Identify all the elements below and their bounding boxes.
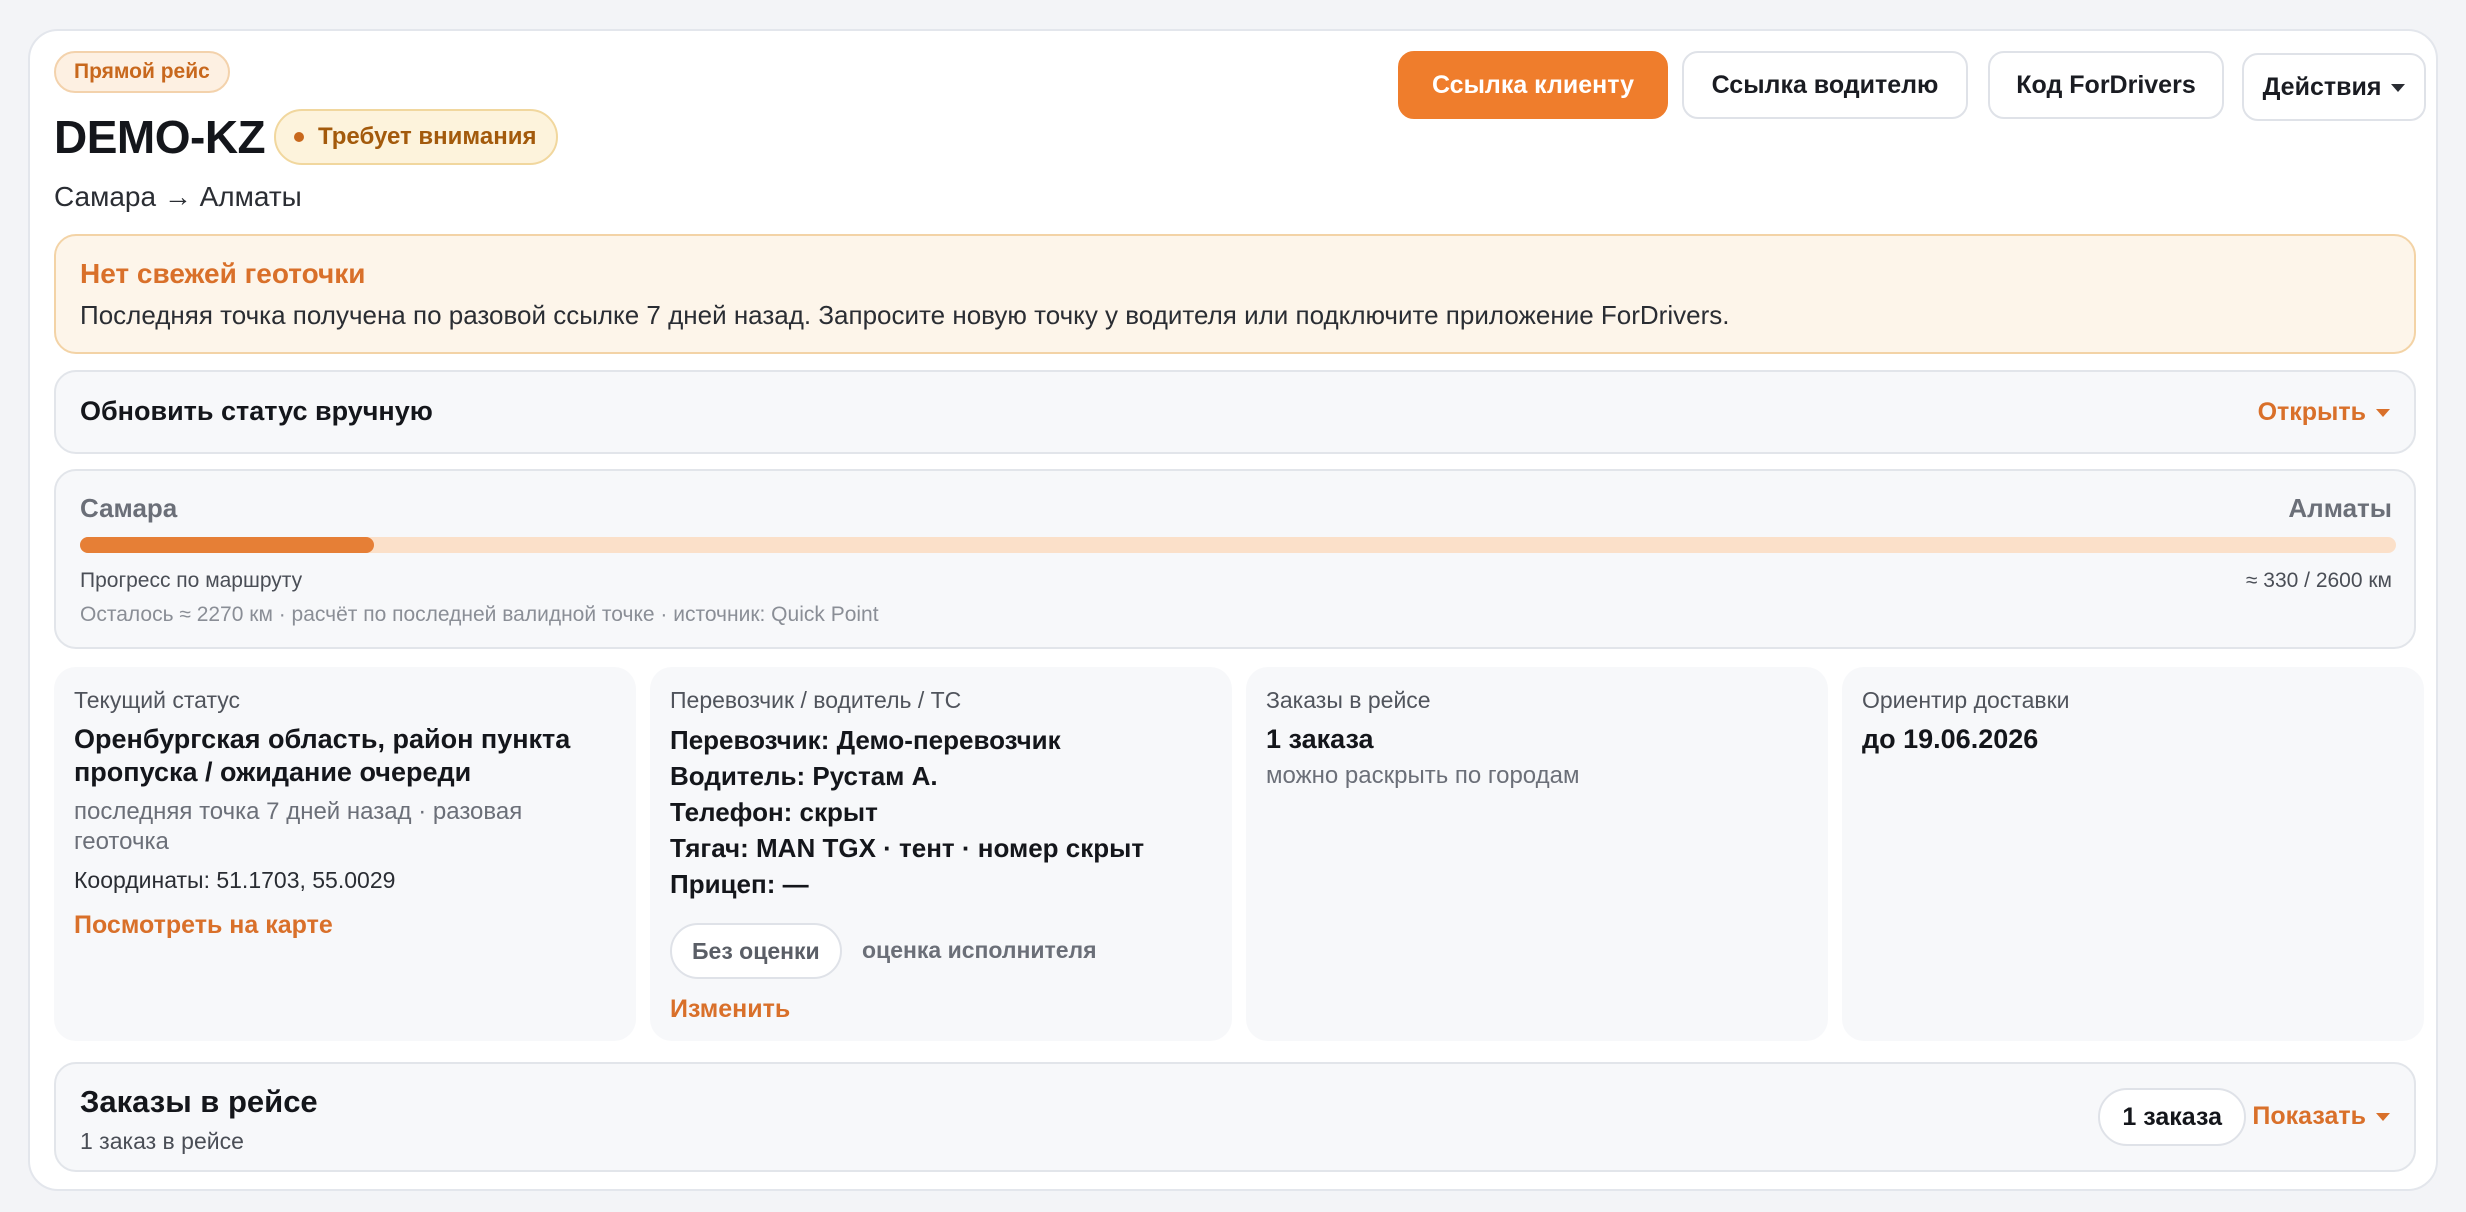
manual-status-open-toggle[interactable]: Открыть (2258, 398, 2390, 427)
carrier-name: Перевозчик: Демо-перевозчик (670, 725, 1061, 755)
trip-type-badge: Прямой рейс (54, 51, 230, 93)
progress-destination: Алматы (2288, 493, 2392, 523)
driver-name: Водитель: Рустам А. (670, 761, 938, 791)
carrier-card: Перевозчик / водитель / ТС Перевозчик: Д… (650, 667, 1232, 1041)
progress-remaining-note: Осталось ≈ 2270 км · расчёт по последней… (80, 603, 879, 626)
geo-alert: Нет свежей геоточки Последняя точка полу… (54, 234, 2416, 354)
attention-badge: Требует внимания (274, 109, 559, 165)
delivery-date: до 19.06.2026 (1862, 724, 2039, 754)
manual-status-panel[interactable]: Обновить статус вручную Открыть (54, 370, 2416, 454)
alert-title: Нет свежей геоточки (80, 258, 366, 289)
orders-card: Заказы в рейсе 1 заказа можно раскрыть п… (1246, 667, 1828, 1041)
driver-phone: Телефон: скрыт (670, 797, 878, 827)
delivery-card-label: Ориентир доставки (1862, 687, 2070, 713)
orders-section-title: Заказы в рейсе (80, 1084, 318, 1119)
view-on-map-link[interactable]: Посмотреть на карте (74, 911, 333, 940)
orders-count: 1 заказа (1266, 724, 1374, 754)
caret-down-icon (2376, 409, 2390, 418)
progress-label: Прогресс по маршруту (80, 569, 303, 592)
status-card-label: Текущий статус (74, 687, 240, 713)
fordrivers-code-button[interactable]: Код ForDrivers (1988, 51, 2224, 119)
orders-count-chip: 1 заказа (2098, 1088, 2246, 1146)
actions-dropdown-button[interactable]: Действия (2242, 53, 2426, 121)
trailer-info: Прицеп: — (670, 869, 809, 899)
route-progress-panel: Самара Алматы Прогресс по маршруту ≈ 330… (54, 469, 2416, 649)
rating-label: оценка исполнителя (862, 937, 1097, 963)
orders-card-label: Заказы в рейсе (1266, 687, 1431, 713)
orders-note: можно раскрыть по городам (1266, 762, 1580, 789)
route-line: Самара → Алматы (54, 181, 302, 212)
caret-down-icon (2391, 84, 2406, 93)
rating-chip[interactable]: Без оценки (670, 923, 842, 979)
client-link-button[interactable]: Ссылка клиенту (1398, 51, 1668, 119)
carrier-card-label: Перевозчик / водитель / ТС (670, 687, 962, 713)
trip-card: Прямой рейс DEMO-KZ Требует внимания Сам… (28, 29, 2438, 1191)
progress-fill (80, 537, 374, 553)
caret-down-icon (2376, 1113, 2390, 1122)
attention-label: Требует внимания (318, 123, 537, 150)
actions-label: Действия (2262, 73, 2382, 101)
delivery-card: Ориентир доставки до 19.06.2026 (1842, 667, 2424, 1041)
current-status-card: Текущий статус Оренбургская область, рай… (54, 667, 636, 1041)
orders-section-subtitle: 1 заказ в рейсе (80, 1128, 244, 1154)
edit-carrier-link[interactable]: Изменить (670, 995, 790, 1024)
manual-status-title: Обновить статус вручную (80, 396, 433, 426)
status-location: Оренбургская область, район пункта пропу… (74, 724, 571, 787)
show-label: Показать (2252, 1102, 2366, 1130)
orders-section: Заказы в рейсе 1 заказ в рейсе 1 заказа … (54, 1062, 2416, 1172)
trip-id-title: DEMO-KZ (54, 111, 266, 163)
progress-origin: Самара (80, 493, 178, 523)
alert-text: Последняя точка получена по разовой ссыл… (80, 300, 1730, 330)
tractor-info: Тягач: MAN TGX · тент · номер скрыт (670, 833, 1145, 863)
orders-show-toggle[interactable]: Показать (2252, 1102, 2390, 1131)
progress-track (80, 537, 2396, 553)
status-note: последняя точка 7 дней назад · разовая г… (74, 798, 523, 855)
status-dot-icon (294, 132, 304, 142)
status-coordinates: Координаты: 51.1703, 55.0029 (74, 867, 396, 893)
progress-value: ≈ 330 / 2600 км (2245, 569, 2392, 592)
open-label: Открыть (2257, 398, 2366, 426)
driver-link-button[interactable]: Ссылка водителю (1682, 51, 1968, 119)
